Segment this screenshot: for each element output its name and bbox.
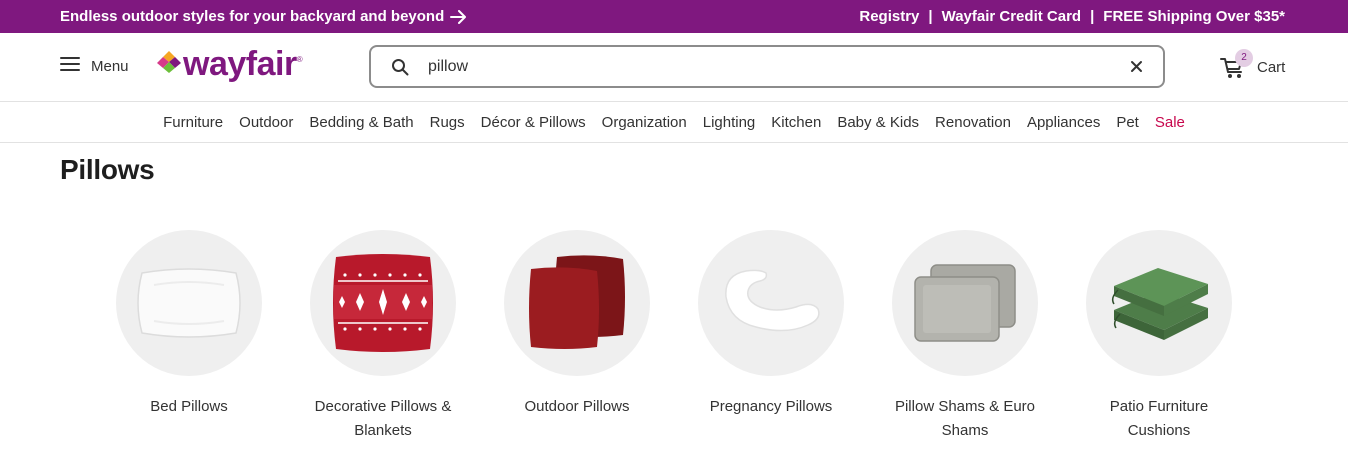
hamburger-icon [60, 56, 80, 77]
logo-wordmark: wayfair [183, 45, 297, 83]
registry-link[interactable]: Registry [859, 8, 919, 25]
category-image [892, 230, 1038, 376]
cart-button[interactable]: 2 Cart [1220, 49, 1286, 81]
nav-item-organization[interactable]: Organization [602, 114, 687, 131]
nav-item-appliances[interactable]: Appliances [1027, 114, 1100, 131]
category-image [698, 230, 844, 376]
cart-count-badge: 2 [1235, 49, 1253, 67]
nav-item-baby-kids[interactable]: Baby & Kids [837, 114, 919, 131]
credit-card-link[interactable]: Wayfair Credit Card [942, 8, 1081, 25]
menu-button[interactable]: Menu [60, 56, 129, 77]
promo-bar: Endless outdoor styles for your backyard… [0, 0, 1348, 33]
promo-link[interactable]: Endless outdoor styles for your backyard… [60, 0, 467, 33]
nav-item-decor-pillows[interactable]: Décor & Pillows [481, 114, 586, 131]
category-image [310, 230, 456, 376]
nav-item-kitchen[interactable]: Kitchen [771, 114, 821, 131]
category-tile-pillow-shams[interactable]: Pillow Shams & Euro Shams [868, 230, 1062, 443]
nav-item-outdoor[interactable]: Outdoor [239, 114, 293, 131]
nav-item-furniture[interactable]: Furniture [163, 114, 223, 131]
separator: | [1090, 8, 1095, 25]
nav-item-bedding-bath[interactable]: Bedding & Bath [309, 114, 413, 131]
category-tile-decorative-pillows[interactable]: Decorative Pillows & Blankets [286, 230, 480, 443]
arrow-right-icon [450, 9, 467, 24]
nav-item-lighting[interactable]: Lighting [703, 114, 756, 131]
cart-icon: 2 [1220, 49, 1253, 81]
page-title: Pillows [60, 154, 155, 185]
category-tile-outdoor-pillows[interactable]: Outdoor Pillows [480, 230, 674, 419]
separator: | [928, 8, 933, 25]
promo-text: Endless outdoor styles for your backyard… [60, 8, 445, 25]
nav-item-sale[interactable]: Sale [1155, 114, 1185, 131]
category-label: Pillow Shams & Euro Shams [894, 398, 1036, 439]
category-tiles: Bed Pillows Decorative Pillows & Blanket… [92, 230, 1256, 463]
category-label: Outdoor Pillows [524, 398, 630, 415]
free-shipping-link[interactable]: FREE Shipping Over $35* [1103, 8, 1285, 25]
category-tile-patio-cushions[interactable]: Patio Furniture Cushions [1062, 230, 1256, 443]
category-tile-pregnancy-pillows[interactable]: Pregnancy Pillows [674, 230, 868, 419]
category-label: Pregnancy Pillows [709, 398, 833, 415]
category-nav: Furniture Outdoor Bedding & Bath Rugs Dé… [0, 102, 1348, 143]
logo-mark-icon [156, 50, 182, 79]
promo-links: Registry | Wayfair Credit Card | FREE Sh… [859, 0, 1285, 33]
category-tile-bed-pillows[interactable]: Bed Pillows [92, 230, 286, 419]
cart-label: Cart [1257, 58, 1286, 76]
nav-item-pet[interactable]: Pet [1116, 114, 1139, 131]
nav-item-rugs[interactable]: Rugs [430, 114, 465, 131]
menu-label: Menu [91, 58, 129, 75]
close-icon[interactable] [1130, 60, 1143, 78]
nav-item-renovation[interactable]: Renovation [935, 114, 1011, 131]
category-image [116, 230, 262, 376]
category-label: Bed Pillows [150, 398, 228, 415]
logo-trademark: ® [296, 55, 303, 64]
search-icon[interactable] [391, 58, 409, 81]
site-header: Menu wayfair ® pillow 2 Cart [0, 33, 1348, 102]
search-bar[interactable]: pillow [369, 45, 1165, 88]
category-image [1086, 230, 1232, 376]
category-label: Decorative Pillows & Blankets [314, 398, 452, 439]
wayfair-logo[interactable]: wayfair ® [156, 47, 303, 81]
category-image [504, 230, 650, 376]
search-input[interactable]: pillow [428, 47, 468, 86]
category-label: Patio Furniture Cushions [1109, 398, 1209, 439]
